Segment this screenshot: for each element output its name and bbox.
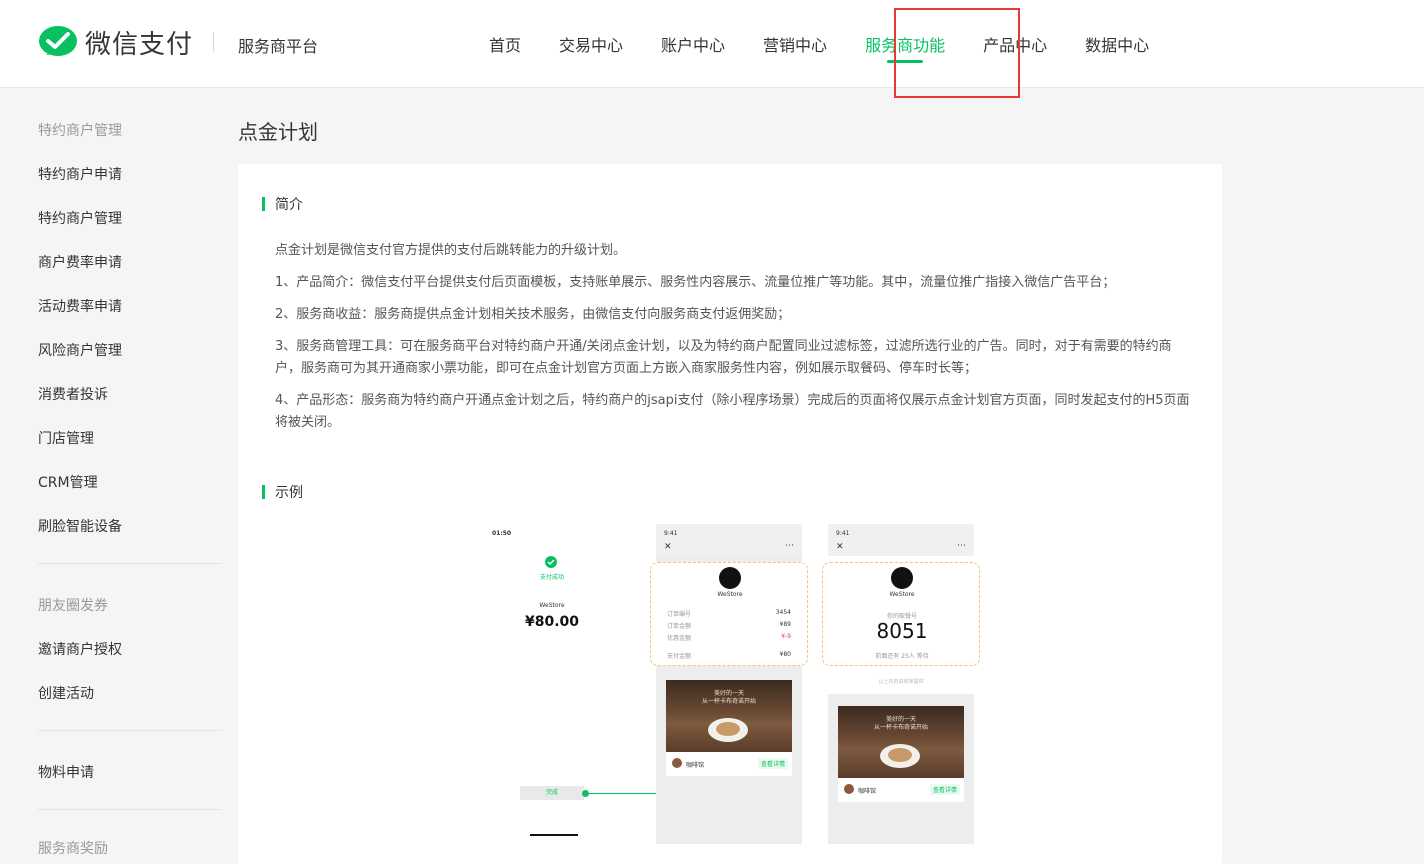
close-icon: ✕: [664, 542, 672, 552]
example-heading: 示例: [262, 482, 303, 502]
mock2-time: 9:41: [664, 530, 678, 537]
nav-item-0[interactable]: 首页: [470, 0, 540, 88]
brand-name: 微信支付: [85, 30, 194, 60]
wait-text: 前面还有 25人 等待: [875, 653, 929, 660]
view-detail-button: 查看详情: [929, 784, 960, 795]
westore-avatar: [719, 567, 741, 589]
intro-paragraph: 1、产品简介：微信支付平台提供支付后页面模板，支持账单展示、服务性内容展示、流量…: [275, 275, 1116, 290]
mock3-time: 9:41: [836, 530, 850, 537]
order-row-label: 订单编号: [667, 611, 692, 618]
wechat-pay-logo-icon: [39, 25, 77, 56]
sidebar-item[interactable]: 特约商户管理: [38, 208, 122, 228]
wechat-pay-logo[interactable]: 微信支付: [38, 24, 193, 61]
mock-payment-success: 01:50 支付成功 WeStore ¥80.00 完成: [484, 524, 658, 844]
nav-item-2[interactable]: 账户中心: [642, 0, 744, 88]
mock-order-detail: 9:41 ✕ ⋯ WeStore 订单编号 3454 订单金额 ¥89 优惠金额 ¥-9 支…: [650, 524, 808, 844]
mock3-ad-card: 美好的一天 从一杯卡布奇诺开始 咖啡馆 查看详情: [838, 706, 964, 802]
sidebar-item[interactable]: 风险商户管理: [38, 340, 122, 360]
section-bar: [262, 197, 265, 211]
intro-text: 点金计划是微信支付官方提供的支付后跳转能力的升级计划。 1、产品简介：微信支付平台…: [275, 240, 1195, 444]
sidebar-item[interactable]: 商户费率申请: [38, 252, 122, 272]
shop-avatar: [844, 784, 854, 794]
shop-name: 咖啡馆: [686, 762, 705, 769]
logo-divider: [213, 32, 214, 52]
sidebar-item[interactable]: 物料申请: [38, 762, 94, 782]
content-card: 简介 点金计划是微信支付官方提供的支付后跳转能力的升级计划。 1、产品简介：微信支…: [238, 164, 1222, 864]
nav-item-6[interactable]: 数据中心: [1066, 0, 1168, 88]
mock2-status-bar: 9:41 ✕ ⋯: [656, 524, 802, 556]
nav-item-1[interactable]: 交易中心: [540, 0, 642, 88]
sidebar-divider: [38, 730, 222, 731]
banner-line2: 从一杯卡布奇诺开始: [701, 698, 756, 705]
example-image: 01:50 支付成功 WeStore ¥80.00 完成 9:41 ✕ ⋯ We…: [484, 524, 984, 854]
success-icon: [545, 556, 557, 568]
sidebar: 特约商户管理 特约商户申请 特约商户管理 商户费率申请 活动费率申请 风险商户管理 消费者投…: [0, 88, 238, 857]
order-row-value: 3454: [775, 609, 791, 616]
mock2-store: WeStore: [717, 591, 743, 598]
example-heading-text: 示例: [275, 485, 303, 501]
sidebar-item[interactable]: CRM管理: [38, 472, 98, 492]
order-row-label: 订单金额: [667, 623, 692, 630]
section-bar: [262, 485, 265, 499]
coffee-image: 美好的一天 从一杯卡布奇诺开始: [838, 706, 964, 778]
mock1-time: 01:50: [492, 530, 512, 537]
nav-item-4[interactable]: 服务商功能: [846, 0, 964, 88]
view-detail-button: 查看详情: [757, 758, 788, 769]
coffee-cup-icon: [880, 744, 920, 768]
intro-paragraph: 4、产品形态：服务商为特约商户开通点金计划之后，特约商户的jsapi支付（除小程…: [275, 393, 1190, 430]
intro-heading-text: 简介: [275, 197, 303, 213]
mock3-status-bar: 9:41 ✕ ⋯: [828, 524, 974, 556]
shop-avatar: [672, 758, 682, 768]
nav-item-3[interactable]: 营销中心: [744, 0, 846, 88]
coffee-image: 美好的一天 从一杯卡布奇诺开始: [666, 680, 792, 752]
mock1-store: WeStore: [539, 602, 565, 609]
sidebar-item[interactable]: 消费者投诉: [38, 384, 108, 404]
banner-line2: 从一杯卡布奇诺开始: [873, 724, 928, 731]
order-row-label: 支付金额: [667, 653, 692, 660]
intro-paragraph: 2、服务商收益：服务商提供点金计划相关技术服务，由微信支付向服务商支付返佣奖励；: [275, 307, 791, 322]
mock1-done-button: 完成: [520, 786, 584, 800]
mock1-amount: ¥80.00: [524, 614, 580, 630]
intro-paragraph: 3、服务商管理工具：可在服务商平台对特约商户开通/关闭点金计划，以及为特约商户配…: [275, 339, 1172, 376]
sidebar-divider: [38, 563, 222, 564]
coffee-cup-icon: [708, 718, 748, 742]
page-title: 点金计划: [238, 120, 318, 144]
mock2-receipt: WeStore 订单编号 3454 订单金额 ¥89 优惠金额 ¥-9 支付金额 ¥80: [650, 562, 808, 666]
more-icon: ⋯: [785, 541, 794, 551]
sidebar-item[interactable]: 门店管理: [38, 428, 94, 448]
order-row-value: ¥-9: [781, 633, 791, 640]
mock1-status: 支付成功: [539, 574, 564, 581]
connector-line: [588, 793, 658, 794]
intro-heading: 简介: [262, 194, 303, 214]
mock3-ticket: WeStore 你的取餐号 8051 前面还有 25人 等待: [822, 562, 980, 666]
order-row-value: ¥89: [779, 621, 791, 628]
close-icon: ✕: [836, 542, 844, 552]
sidebar-item[interactable]: 特约商户申请: [38, 164, 122, 184]
top-navigation-bar: 微信支付 服务商平台 首页 交易中心 账户中心 营销中心 服务商功能 产品中心 数据中心: [0, 0, 1424, 98]
westore-avatar: [891, 567, 913, 589]
mock-queue-number: 9:41 ✕ ⋯ WeStore 你的取餐号 8051 前面还有 25人 等待 …: [822, 524, 980, 844]
sidebar-divider: [38, 809, 222, 810]
sidebar-item[interactable]: 创建活动: [38, 683, 94, 703]
queue-number: 8051: [876, 619, 928, 643]
order-row-value: ¥80: [779, 651, 791, 658]
provider-note: 以上内容由商家提供: [878, 679, 924, 685]
intro-paragraph: 点金计划是微信支付官方提供的支付后跳转能力的升级计划。: [275, 243, 627, 258]
sidebar-group-title: 特约商户管理: [38, 123, 122, 139]
main-nav: 首页 交易中心 账户中心 营销中心 服务商功能 产品中心 数据中心: [470, 0, 1168, 88]
sidebar-item[interactable]: 刷脸智能设备: [38, 516, 122, 536]
home-indicator: [530, 834, 578, 836]
nav-item-5[interactable]: 产品中心: [964, 0, 1066, 88]
shop-name: 咖啡馆: [858, 788, 877, 795]
more-icon: ⋯: [957, 541, 966, 551]
platform-name: 服务商平台: [238, 37, 319, 56]
mock3-ad-area: 美好的一天 从一杯卡布奇诺开始 咖啡馆 查看详情: [828, 694, 974, 844]
sidebar-group-title: 服务商奖励: [38, 841, 108, 857]
sidebar-item[interactable]: 活动费率申请: [38, 296, 122, 316]
sidebar-item[interactable]: 邀请商户授权: [38, 639, 122, 659]
mock2-ad-card: 美好的一天 从一杯卡布奇诺开始 咖啡馆 查看详情: [666, 680, 792, 776]
mock3-store: WeStore: [889, 591, 915, 598]
order-row-label: 优惠金额: [667, 635, 692, 642]
sidebar-group-title: 朋友圈发券: [38, 598, 108, 614]
